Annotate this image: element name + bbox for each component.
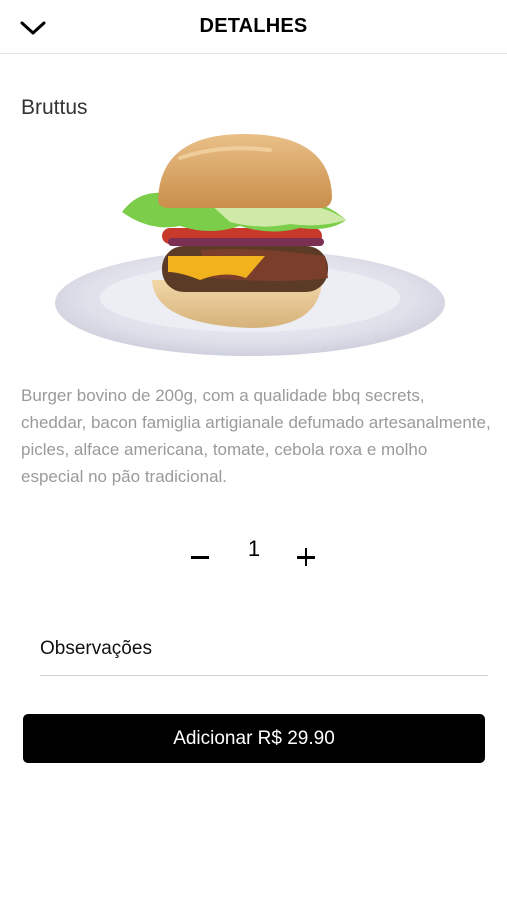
- notes-field[interactable]: [40, 622, 488, 676]
- quantity-stepper: 1: [180, 532, 330, 578]
- app-header: DETALHES: [0, 0, 507, 54]
- quantity-value: 1: [247, 536, 261, 561]
- product-description: Burger bovino de 200g, com a qualidade b…: [21, 386, 491, 486]
- add-to-cart-button[interactable]: Adicionar R$ 29.90: [23, 714, 485, 763]
- plus-icon[interactable]: [293, 544, 319, 570]
- minus-icon[interactable]: [188, 542, 214, 568]
- page-title: DETALHES: [199, 15, 308, 37]
- product-image: [55, 134, 445, 356]
- product-name: Bruttus: [21, 96, 88, 119]
